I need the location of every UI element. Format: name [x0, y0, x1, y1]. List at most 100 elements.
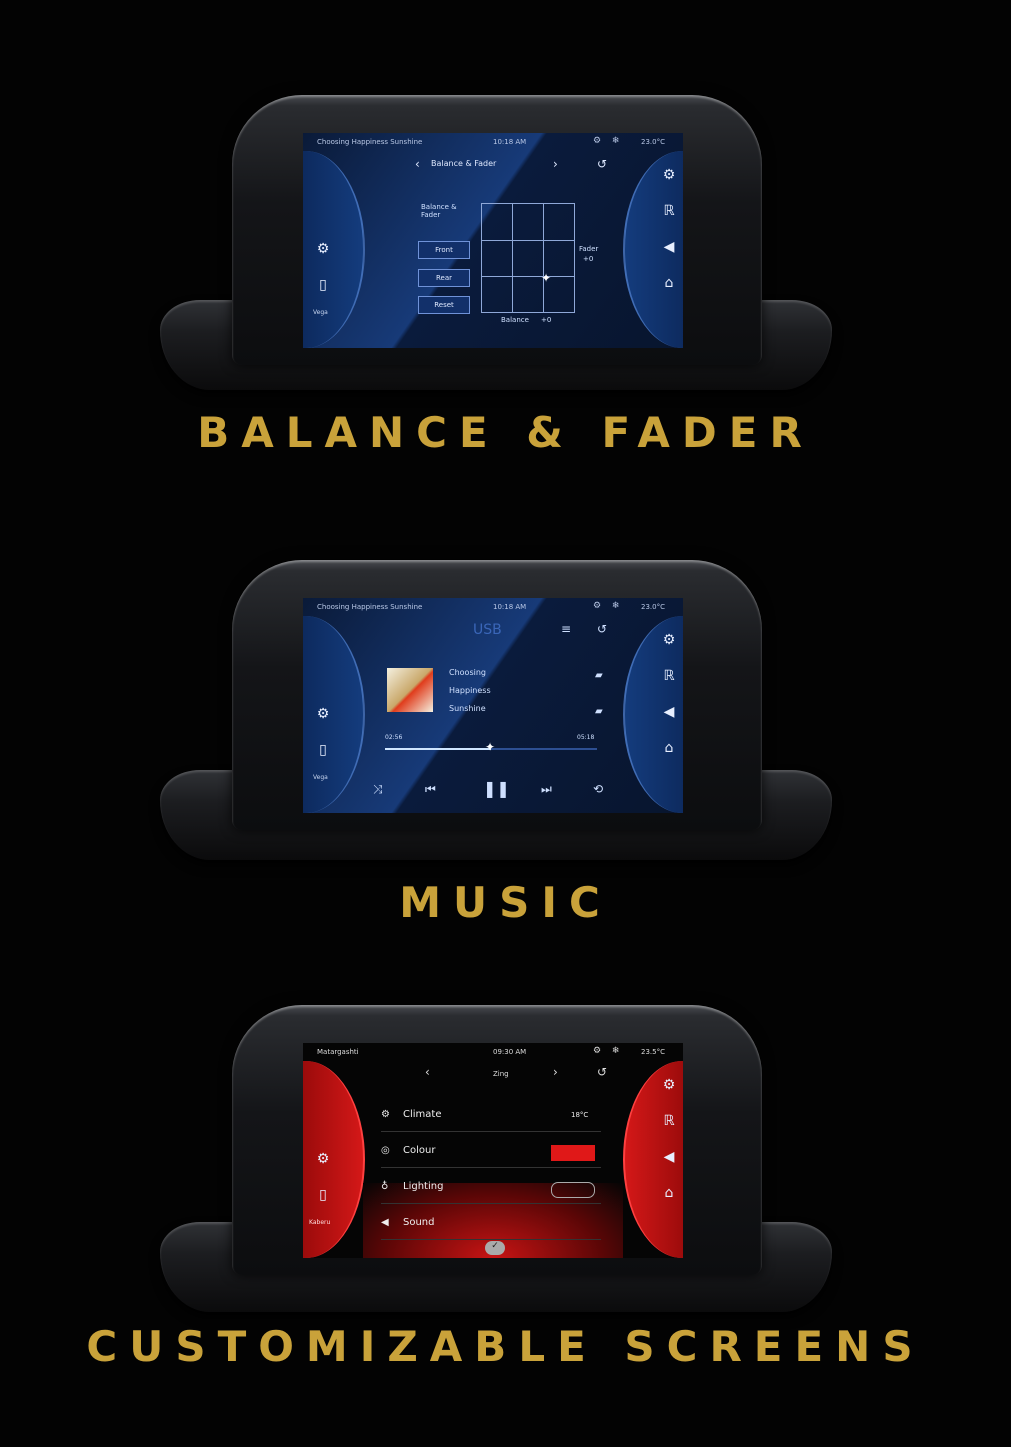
home-icon[interactable]: ⌂ — [659, 1185, 679, 1201]
pause-icon[interactable]: ❚❚ — [483, 779, 510, 798]
shuffle-icon[interactable]: ⤨ — [373, 782, 383, 797]
side-label: Kaberu — [309, 1219, 331, 1226]
section-caption: MUSIC — [399, 878, 612, 927]
phone-icon[interactable]: ▯ — [313, 277, 333, 293]
status-icons: ⚙ ❄ — [593, 136, 624, 146]
back-icon[interactable]: ↺ — [597, 157, 607, 171]
nav-next-icon[interactable]: › — [553, 157, 558, 171]
row-label: Colour — [403, 1145, 436, 1156]
settings-icon[interactable]: ⚙ — [313, 241, 333, 257]
list-icon[interactable]: ≡ — [561, 622, 571, 636]
sound-icon: ◀ — [381, 1217, 389, 1228]
customizable-screens-section: Matargashti 09:30 AM ⚙ ❄ 23.5°C ⚙ ▯ Kabe… — [0, 940, 1011, 1447]
status-bar: Matargashti 09:30 AM ⚙ ❄ 23.5°C — [303, 1043, 683, 1061]
status-clock: 09:30 AM — [493, 1048, 527, 1056]
right-side-panel: ⚙ ℝ ◀ ⌂ — [623, 151, 683, 348]
rear-button[interactable]: Rear — [418, 269, 470, 287]
previous-icon[interactable]: ⏮ — [425, 782, 436, 797]
lighting-icon: ♁ — [381, 1181, 389, 1192]
climate-row[interactable]: ⚙ Climate 18°C — [381, 1105, 601, 1132]
section-caption: CUSTOMIZABLE SCREENS — [86, 1322, 925, 1371]
progress-knob[interactable]: ✦ — [485, 740, 495, 754]
status-temp: 23.5°C — [641, 1048, 665, 1056]
nav-prev-icon[interactable]: ‹ — [415, 157, 420, 171]
home-icon[interactable]: ⌂ — [659, 275, 679, 291]
colour-row[interactable]: ◎ Colour — [381, 1141, 601, 1168]
status-temp: 23.0°C — [641, 138, 665, 146]
status-icons: ⚙ ❄ — [593, 601, 624, 611]
confirm-icon[interactable]: ✓ — [485, 1241, 505, 1255]
folder-icon[interactable]: ▰ — [595, 670, 603, 681]
row-label: Climate — [403, 1109, 442, 1120]
status-bar: Choosing Happiness Sunshine 10:18 AM ⚙ ❄… — [303, 598, 683, 616]
radio-icon[interactable]: ℝ — [659, 1113, 679, 1129]
colour-swatch[interactable] — [551, 1145, 595, 1161]
row-value: 18°C — [571, 1111, 589, 1119]
side-label: Vega — [313, 309, 328, 316]
repeat-icon[interactable]: ⟲ — [593, 782, 603, 796]
track-line-3: Sunshine — [449, 704, 486, 713]
left-side-panel: ⚙ ▯ Vega — [303, 151, 365, 348]
track-line-2: Happiness — [449, 686, 491, 695]
left-side-panel: ⚙ ▯ Kaberu — [303, 1061, 365, 1258]
status-song: Matargashti — [317, 1048, 359, 1056]
status-song: Choosing Happiness Sunshine — [317, 138, 423, 146]
radio-icon[interactable]: ℝ — [659, 203, 679, 219]
nav-item[interactable]: Zing — [493, 1070, 509, 1078]
balance-screen: Choosing Happiness Sunshine 10:18 AM ⚙ ❄… — [303, 133, 683, 348]
status-song: Choosing Happiness Sunshine — [317, 603, 423, 611]
status-clock: 10:18 AM — [493, 138, 527, 146]
right-side-panel: ⚙ ℝ ◀ ⌂ — [623, 616, 683, 813]
volume-icon[interactable]: ◀ — [659, 704, 679, 720]
front-button[interactable]: Front — [418, 241, 470, 259]
balance-value: +0 — [541, 316, 552, 324]
album-art — [387, 668, 433, 712]
settings-icon[interactable]: ⚙ — [659, 167, 679, 183]
settings-icon[interactable]: ⚙ — [659, 632, 679, 648]
colour-icon: ◎ — [381, 1145, 390, 1156]
duration-time: 05:18 — [577, 734, 595, 741]
right-side-panel: ⚙ ℝ ◀ ⌂ — [623, 1061, 683, 1258]
back-icon[interactable]: ↺ — [597, 622, 607, 636]
section-caption: BALANCE & FADER — [197, 408, 814, 457]
status-clock: 10:18 AM — [493, 603, 527, 611]
phone-icon[interactable]: ▯ — [313, 742, 333, 758]
lighting-row[interactable]: ♁ Lighting — [381, 1177, 601, 1204]
status-bar: Choosing Happiness Sunshine 10:18 AM ⚙ ❄… — [303, 133, 683, 151]
nav-title: Balance & Fader — [431, 159, 497, 168]
music-screen: Choosing Happiness Sunshine 10:18 AM ⚙ ❄… — [303, 598, 683, 813]
nav-next-icon[interactable]: › — [553, 1065, 558, 1079]
settings-icon[interactable]: ⚙ — [313, 706, 333, 722]
volume-icon[interactable]: ◀ — [659, 1149, 679, 1165]
home-icon[interactable]: ⌂ — [659, 740, 679, 756]
lighting-toggle[interactable] — [551, 1182, 595, 1198]
fader-value: +0 — [583, 255, 594, 263]
back-icon[interactable]: ↺ — [597, 1065, 607, 1079]
settings-icon[interactable]: ⚙ — [659, 1077, 679, 1093]
status-icons: ⚙ ❄ — [593, 1046, 624, 1056]
fader-label: Fader — [579, 245, 599, 253]
progress-fill — [385, 748, 491, 750]
reset-button[interactable]: Reset — [418, 296, 470, 314]
elapsed-time: 02:56 — [385, 734, 403, 741]
balance-fader-grid[interactable] — [481, 203, 575, 313]
panel-title: Balance & Fader — [421, 203, 457, 219]
track-line-1: Choosing — [449, 668, 486, 677]
sound-row[interactable]: ◀ Sound — [381, 1213, 601, 1240]
radio-icon[interactable]: ℝ — [659, 668, 679, 684]
status-temp: 23.0°C — [641, 603, 665, 611]
folder-icon[interactable]: ▰ — [595, 706, 603, 717]
custom-screen: Matargashti 09:30 AM ⚙ ❄ 23.5°C ⚙ ▯ Kabe… — [303, 1043, 683, 1258]
settings-icon[interactable]: ⚙ — [313, 1151, 333, 1167]
balance-fader-section: Choosing Happiness Sunshine 10:18 AM ⚙ ❄… — [0, 0, 1011, 470]
phone-icon[interactable]: ▯ — [313, 1187, 333, 1203]
volume-icon[interactable]: ◀ — [659, 239, 679, 255]
left-side-panel: ⚙ ▯ Vega — [303, 616, 365, 813]
music-section: Choosing Happiness Sunshine 10:18 AM ⚙ ❄… — [0, 470, 1011, 940]
position-marker-icon[interactable]: ✦ — [541, 271, 551, 285]
balance-label: Balance — [501, 316, 529, 324]
next-icon[interactable]: ⏭ — [541, 782, 552, 797]
source-label: USB — [473, 622, 502, 638]
side-label: Vega — [313, 774, 328, 781]
nav-prev-icon[interactable]: ‹ — [425, 1065, 430, 1079]
